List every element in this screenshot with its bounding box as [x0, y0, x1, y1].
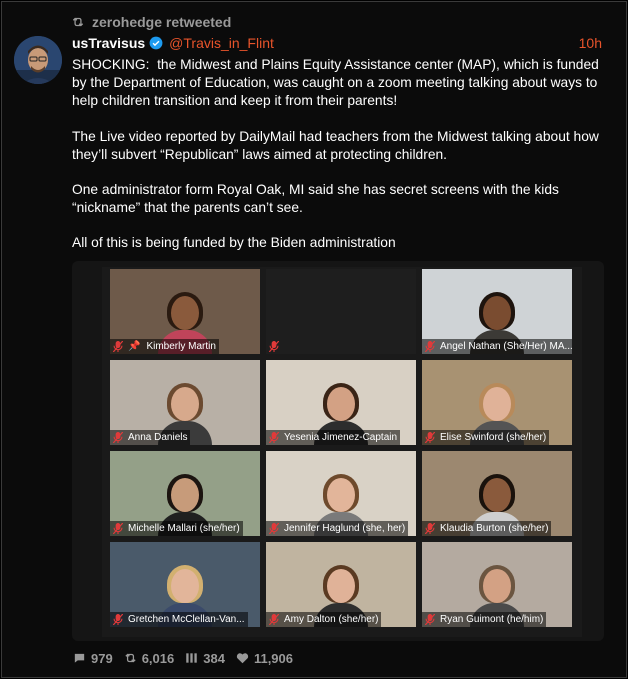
retweet-icon	[72, 17, 84, 27]
avatar[interactable]	[14, 36, 62, 84]
muted-mic-icon	[424, 431, 436, 444]
participant-label: Angel Nathan (She/Her) MA...	[422, 339, 572, 354]
zoom-video-grid: 📌 Kimberly Martin Angel Nathan (She/Her) M…	[102, 267, 582, 637]
muted-mic-icon	[268, 522, 280, 535]
participant-label: Yesenia Jimenez-Captain	[266, 430, 401, 445]
muted-mic-icon	[112, 340, 124, 353]
like-count: 11,906	[253, 650, 293, 666]
pin-icon: 📌	[128, 341, 141, 352]
tweet-header: usTravisus @Travis_in_Flint 10h	[72, 34, 602, 52]
participant-tile[interactable]: Amy Dalton (she/her)	[266, 542, 416, 627]
participant-label: Klaudia Burton (she/her)	[422, 521, 552, 536]
participant-tile[interactable]: Elise Swinford (she/her)	[422, 360, 572, 445]
participant-name: Anna Daniels	[128, 432, 188, 443]
participant-name: Gretchen McClellan-Van...	[128, 614, 245, 625]
tweet-paragraph: All of this is being funded by the Biden…	[72, 235, 396, 251]
participant-tile[interactable]: Yesenia Jimenez-Captain	[266, 360, 416, 445]
reply-icon	[74, 653, 85, 663]
participant-label: Gretchen McClellan-Van...	[110, 612, 248, 627]
muted-mic-icon	[424, 522, 436, 535]
participant-label: Jennifer Haglund (she, her)	[266, 521, 409, 536]
participant-tile[interactable]	[266, 269, 416, 354]
tweet-paragraph: The Live video reported by DailyMail had…	[72, 128, 603, 162]
tweet-media[interactable]: 📌 Kimberly Martin Angel Nathan (She/Her) M…	[72, 261, 604, 641]
participant-label: Anna Daniels	[110, 430, 191, 445]
muted-mic-icon	[424, 340, 436, 353]
muted-mic-icon	[268, 431, 280, 444]
participant-name: Elise Swinford (she/her)	[440, 432, 547, 443]
reply-count: 979	[91, 650, 113, 666]
participant-tile[interactable]: Ryan Guimont (he/him)	[422, 542, 572, 627]
participant-name: Amy Dalton (she/her)	[284, 614, 379, 625]
muted-mic-icon	[112, 431, 124, 444]
participant-name: Kimberly Martin	[146, 341, 216, 352]
participant-name: Yesenia Jimenez-Captain	[284, 432, 398, 443]
retweet-count: 6,016	[141, 650, 175, 666]
participant-name: Ryan Guimont (he/him)	[440, 614, 544, 625]
quote-icon	[186, 653, 197, 663]
participant-label: Ryan Guimont (he/him)	[422, 612, 547, 627]
verified-badge-icon	[149, 36, 163, 50]
heart-icon	[236, 653, 249, 664]
participant-tile[interactable]: Klaudia Burton (she/her)	[422, 451, 572, 536]
participant-name: Angel Nathan (She/Her) MA...	[440, 341, 572, 352]
tweet-paragraph: One administrator form Royal Oak, MI sai…	[72, 182, 563, 216]
quote-stat[interactable]: 384	[184, 651, 225, 666]
avatar-image	[14, 36, 62, 84]
participant-tile[interactable]: Anna Daniels	[110, 360, 260, 445]
participant-tile[interactable]: 📌 Kimberly Martin	[110, 269, 260, 354]
engagement-stats: 979 6,016 384 11,906	[72, 649, 297, 667]
participant-label: Amy Dalton (she/her)	[266, 612, 382, 627]
participant-label	[266, 339, 287, 354]
muted-mic-icon	[268, 613, 280, 626]
participant-label: 📌 Kimberly Martin	[110, 339, 219, 354]
muted-mic-icon	[424, 613, 436, 626]
participant-tile[interactable]: Michelle Mallari (she/her)	[110, 451, 260, 536]
tweet-body: SHOCKING: the Midwest and Plains Equity …	[72, 56, 612, 270]
quote-count: 384	[203, 650, 225, 666]
participant-label: Michelle Mallari (she/her)	[110, 521, 243, 536]
author-name[interactable]: usTravisus	[72, 35, 145, 51]
participant-name: Klaudia Burton (she/her)	[440, 523, 549, 534]
like-stat[interactable]: 11,906	[235, 651, 293, 666]
participant-name: Michelle Mallari (she/her)	[128, 523, 240, 534]
participant-label: Elise Swinford (she/her)	[422, 430, 550, 445]
muted-mic-icon	[112, 613, 124, 626]
participant-tile[interactable]: Gretchen McClellan-Van...	[110, 542, 260, 627]
retweet-icon	[125, 653, 136, 663]
retweet-text: zerohedge retweeted	[92, 14, 232, 30]
tweet-paragraph: SHOCKING: the Midwest and Plains Equity …	[72, 57, 603, 109]
muted-mic-icon	[112, 522, 124, 535]
participant-tile[interactable]: Angel Nathan (She/Her) MA...	[422, 269, 572, 354]
tweet-timestamp[interactable]: 10h	[579, 35, 602, 51]
retweet-stat[interactable]: 6,016	[123, 650, 175, 666]
tweet-card[interactable]: zerohedge retweeted usTravisus @Travis_i…	[1, 1, 627, 678]
muted-mic-icon	[268, 340, 280, 353]
reply-stat[interactable]: 979	[72, 651, 113, 666]
participant-name: Jennifer Haglund (she, her)	[284, 523, 406, 534]
participant-tile[interactable]: Jennifer Haglund (she, her)	[266, 451, 416, 536]
retweet-indicator[interactable]: zerohedge retweeted	[70, 14, 231, 30]
author-handle[interactable]: @Travis_in_Flint	[169, 35, 274, 51]
